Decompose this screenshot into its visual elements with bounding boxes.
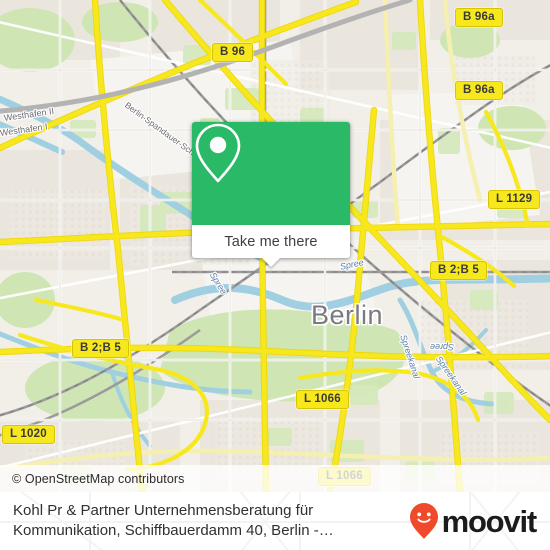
map-pin-icon xyxy=(195,123,241,183)
map-attribution-bar: © OpenStreetMap contributors xyxy=(0,465,550,492)
moovit-wordmark: moovit xyxy=(441,503,538,539)
popup-tail xyxy=(262,258,280,267)
popup-header xyxy=(192,122,350,225)
location-popup[interactable]: Take me there xyxy=(192,122,350,267)
road-shield-b2b5-right[interactable]: B 2;B 5 xyxy=(430,261,488,280)
map-water-label-spree-3: Spree xyxy=(429,342,454,352)
moovit-pin-smile-icon xyxy=(409,503,438,539)
map-canvas[interactable]: Westhafen II Westhafen I Berlin-Spandaue… xyxy=(0,0,550,492)
map-city-label-berlin: Berlin xyxy=(311,300,384,330)
road-shield-b96[interactable]: B 96 xyxy=(212,43,254,62)
place-title: Kohl Pr & Partner Unternehmensberatung f… xyxy=(13,502,334,539)
road-shield-b96a-upper[interactable]: B 96a xyxy=(455,81,503,100)
attribution-text[interactable]: © OpenStreetMap contributors xyxy=(0,472,185,486)
take-me-there-label: Take me there xyxy=(224,233,318,250)
road-shield-l1129[interactable]: L 1129 xyxy=(488,190,541,209)
road-shield-b96a-top[interactable]: B 96a xyxy=(455,8,503,27)
popup-action-bar[interactable]: Take me there xyxy=(192,225,350,267)
footer-bar: Kohl Pr & Partner Unternehmensberatung f… xyxy=(0,492,550,550)
road-shield-l1066-upper[interactable]: L 1066 xyxy=(296,390,349,409)
road-shield-l1020[interactable]: L 1020 xyxy=(2,425,55,444)
moovit-map-screenshot: Westhafen II Westhafen I Berlin-Spandaue… xyxy=(0,0,550,550)
road-shield-b2b5-left[interactable]: B 2;B 5 xyxy=(72,339,130,358)
moovit-brand[interactable]: moovit xyxy=(409,502,550,540)
